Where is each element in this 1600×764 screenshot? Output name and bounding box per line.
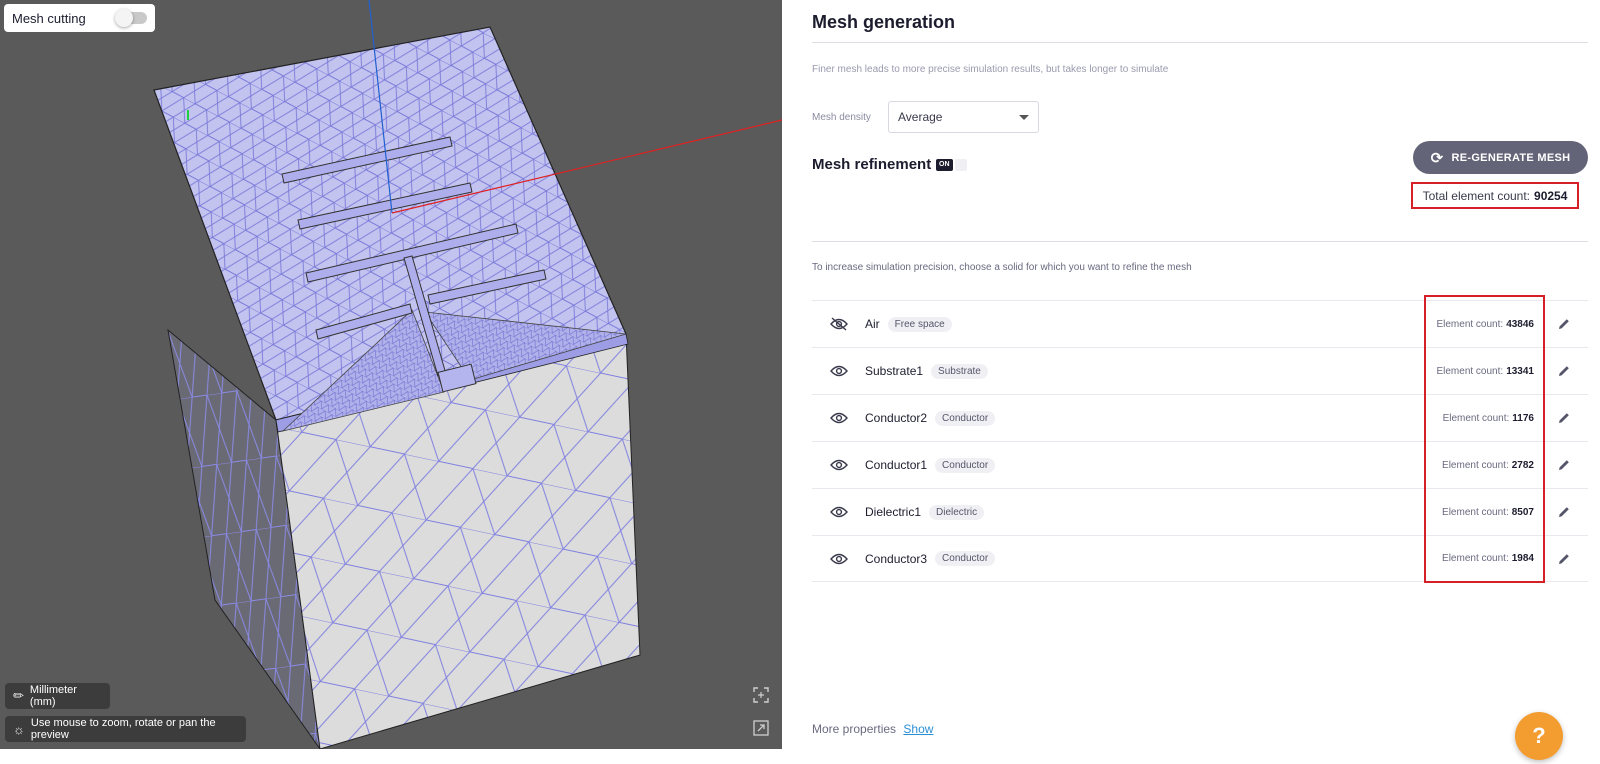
solid-name: Dielectric1 xyxy=(865,505,922,519)
solid-tag: Conductor xyxy=(935,410,996,426)
solid-tag: Substrate xyxy=(931,363,988,379)
pencil-icon[interactable] xyxy=(1556,410,1572,426)
mesh-scene[interactable] xyxy=(0,0,782,749)
solid-tag: Conductor xyxy=(935,457,996,473)
help-button[interactable]: ? xyxy=(1515,712,1563,760)
element-count-label: Element count: xyxy=(1436,318,1504,330)
pencil-icon[interactable] xyxy=(1556,316,1572,332)
solid-row-conductor3[interactable]: Conductor3 Conductor Element count: 1984 xyxy=(812,535,1588,582)
refine-instructions: To increase simulation precision, choose… xyxy=(812,262,1192,273)
regenerate-mesh-button[interactable]: ⟳ RE-GENERATE MESH xyxy=(1413,141,1588,174)
fullscreen-icon xyxy=(753,720,769,736)
solid-row-substrate1[interactable]: Substrate1 Substrate Element count: 13341 xyxy=(812,347,1588,394)
element-count-value: 43846 xyxy=(1506,318,1534,330)
switch-knob xyxy=(115,9,133,27)
mesh-viewport[interactable]: Mesh cutting ✏ Millimeter (mm) ☼ Use mou… xyxy=(0,0,782,749)
eye-icon[interactable] xyxy=(829,363,849,379)
element-count: Element count: 2782 xyxy=(1442,460,1534,471)
pencil-icon[interactable] xyxy=(1556,504,1572,520)
solid-list: Air Free space Element count: 43846 Subst… xyxy=(812,300,1588,582)
fit-view-icon xyxy=(753,687,769,703)
mesh-generation-panel: Mesh generation Finer mesh leads to more… xyxy=(812,0,1588,764)
mesh-refinement-switch[interactable]: ON xyxy=(936,158,971,172)
total-element-value: 90254 xyxy=(1534,188,1568,203)
solid-name: Conductor3 xyxy=(865,551,928,566)
switch-off-part xyxy=(954,159,967,171)
navigation-hint-label: Use mouse to zoom, rotate or pan the pre… xyxy=(30,717,216,741)
element-count-label: Element count: xyxy=(1442,459,1509,471)
title-divider xyxy=(812,42,1588,43)
mesh-cutting-label: Mesh cutting xyxy=(12,10,86,26)
solid-row-dielectric1[interactable]: Dielectric1 Dielectric Element count: 850… xyxy=(812,488,1588,535)
refresh-icon: ⟳ xyxy=(1430,149,1444,167)
switch-on-label: ON xyxy=(936,159,953,171)
unit-chip[interactable]: ✏ Millimeter (mm) xyxy=(5,683,110,709)
element-count-label: Element count: xyxy=(1442,412,1510,424)
mesh-subtitle: Finer mesh leads to more precise simulat… xyxy=(812,64,1169,75)
solid-tag: Conductor xyxy=(935,551,996,566)
fullscreen-button[interactable] xyxy=(751,718,771,738)
pencil-icon[interactable] xyxy=(1556,457,1572,473)
more-properties-label: More properties xyxy=(812,722,897,736)
solid-name: Conductor1 xyxy=(865,458,928,472)
mesh-cutting-switch[interactable] xyxy=(115,9,147,27)
mesh-density-value: Average xyxy=(898,110,943,124)
mesh-refinement-title: Mesh refinement xyxy=(812,156,932,173)
element-count-value: 8507 xyxy=(1511,506,1534,518)
element-count: Element count: 8507 xyxy=(1442,507,1534,518)
element-count: Element count: 43846 xyxy=(1436,319,1534,330)
element-count-value: 1984 xyxy=(1511,553,1534,564)
more-properties: More properties Show xyxy=(812,722,933,736)
element-count-value: 2782 xyxy=(1511,459,1534,471)
element-count: Element count: 1984 xyxy=(1442,553,1534,564)
fit-view-button[interactable] xyxy=(751,685,771,705)
pencil-icon[interactable] xyxy=(1556,363,1572,379)
mesh-density-select[interactable]: Average xyxy=(888,101,1039,133)
solid-tag: Dielectric xyxy=(929,504,985,520)
mesh-density-label: Mesh density xyxy=(812,112,871,123)
element-count-value: 1176 xyxy=(1512,412,1534,424)
pencil-icon[interactable] xyxy=(1556,551,1572,567)
solid-row-air[interactable]: Air Free space Element count: 43846 xyxy=(812,300,1588,347)
solid-row-conductor1[interactable]: Conductor1 Conductor Element count: 2782 xyxy=(812,441,1588,488)
element-count-value: 13341 xyxy=(1506,365,1534,377)
eye-icon[interactable] xyxy=(829,551,849,567)
show-properties-link[interactable]: Show xyxy=(903,722,933,736)
total-element-count: Total element count: 90254 xyxy=(1411,182,1579,209)
section-divider xyxy=(812,241,1588,242)
ruler-icon: ✏ xyxy=(13,688,24,703)
solid-name: Substrate1 xyxy=(865,364,924,378)
page-title: Mesh generation xyxy=(812,12,956,32)
eye-icon[interactable] xyxy=(829,457,849,473)
mesh-cutting-toggle[interactable]: Mesh cutting xyxy=(4,4,155,32)
chevron-down-icon xyxy=(1019,114,1029,120)
navigation-hint-chip: ☼ Use mouse to zoom, rotate or pan the p… xyxy=(5,716,246,742)
unit-label: Millimeter (mm) xyxy=(29,684,77,708)
element-count-label: Element count: xyxy=(1442,506,1509,518)
eye-icon[interactable] xyxy=(829,504,849,520)
mouse-gesture-icon: ☼ xyxy=(13,721,25,737)
solid-row-conductor2[interactable]: Conductor2 Conductor Element count: 1176 xyxy=(812,394,1588,441)
solid-tag: Free space xyxy=(887,316,952,332)
solid-name: Air xyxy=(865,317,880,331)
help-icon: ? xyxy=(1532,723,1546,748)
element-count: Element count: 13341 xyxy=(1436,366,1534,377)
eye-icon[interactable] xyxy=(829,410,849,426)
eye-off-icon[interactable] xyxy=(829,316,849,332)
element-count-label: Element count: xyxy=(1442,553,1509,564)
solid-name: Conductor2 xyxy=(865,411,928,425)
element-count-label: Element count: xyxy=(1436,365,1504,377)
element-count: Element count: 1176 xyxy=(1443,413,1534,424)
total-element-label: Total element count: xyxy=(1422,188,1531,203)
regenerate-mesh-label: RE-GENERATE MESH xyxy=(1451,151,1571,164)
